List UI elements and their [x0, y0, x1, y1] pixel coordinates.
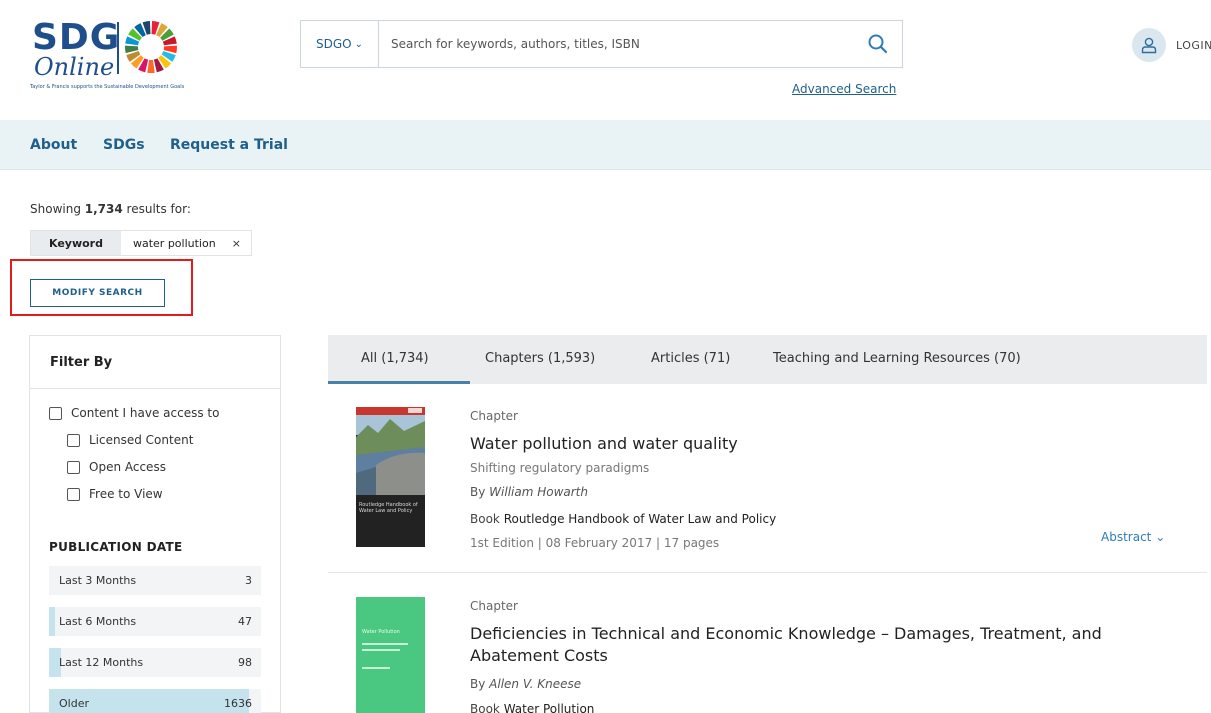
search-scope-label: SDGO: [316, 37, 352, 51]
search-input[interactable]: [391, 33, 851, 55]
sdg-online-logo[interactable]: SDG Online Taylor & Francis supports the…: [30, 18, 226, 92]
publication-date-title: PUBLICATION DATE: [49, 540, 183, 554]
cover-title: Routledge Handbook of Water Law and Poli…: [359, 502, 418, 514]
login-label: LOGIN: [1176, 38, 1211, 52]
book-title-link[interactable]: Routledge Handbook of Water Law and Poli…: [504, 512, 777, 526]
search-term-chip: Keyword water pollution ×: [30, 230, 252, 256]
result-card: Routledge Handbook of Water Law and Poli…: [328, 385, 1207, 572]
chip-value: water pollution: [132, 236, 216, 250]
tab-teaching-resources[interactable]: Teaching and Learning Resources (70): [773, 351, 1021, 366]
book-cover-image[interactable]: Routledge Handbook of Water Law and Poli…: [356, 407, 425, 547]
result-title[interactable]: Deficiencies in Technical and Economic K…: [470, 623, 1150, 667]
search-icon[interactable]: [866, 32, 890, 56]
remove-term-icon[interactable]: ×: [226, 231, 251, 255]
result-book: Book Water Pollution: [470, 702, 594, 713]
results-count-text: Showing 1,734 results for:: [30, 202, 191, 216]
date-range-last-6-months[interactable]: Last 6 Months 47: [49, 607, 261, 636]
result-title[interactable]: Water pollution and water quality: [470, 433, 738, 455]
chip-key: Keyword: [31, 231, 121, 255]
date-range-last-12-months[interactable]: Last 12 Months 98: [49, 648, 261, 677]
abstract-toggle[interactable]: Abstract ⌄: [1101, 530, 1165, 544]
result-meta: 1st Edition | 08 February 2017 | 17 page…: [470, 536, 720, 550]
result-type: Chapter: [470, 599, 518, 613]
checkbox[interactable]: [67, 460, 80, 474]
advanced-search-link[interactable]: Advanced Search: [792, 82, 896, 96]
wheel-segment: [147, 59, 155, 73]
results-count: 1,734: [84, 202, 123, 216]
date-range-last-3-months[interactable]: Last 3 Months 3: [49, 566, 261, 595]
sdg-wheel-icon: [125, 21, 177, 73]
date-range-older[interactable]: Older 1636: [49, 689, 261, 713]
filter-licensed-content[interactable]: Licensed Content: [67, 433, 193, 447]
chevron-down-icon: ⌄: [354, 38, 363, 50]
nav-request-trial[interactable]: Request a Trial: [170, 137, 288, 153]
cover-title: Water Pollution: [362, 629, 400, 635]
result-type-tabs: All (1,734) Chapters (1,593) Articles (7…: [328, 335, 1207, 384]
result-type: Chapter: [470, 409, 518, 423]
active-tab-indicator: [328, 381, 470, 384]
logo-tagline: Taylor & Francis supports the Sustainabl…: [30, 84, 185, 90]
result-author: By William Howarth: [470, 485, 588, 499]
result-subtitle: Shifting regulatory paradigms: [470, 461, 650, 475]
login-button[interactable]: LOGIN: [1132, 28, 1211, 62]
filter-free-to-view[interactable]: Free to View: [67, 487, 163, 501]
result-book: Book Routledge Handbook of Water Law and…: [470, 512, 777, 526]
search-scope-dropdown[interactable]: SDGO ⌄: [301, 21, 379, 67]
author-name[interactable]: William Howarth: [489, 485, 588, 499]
logo-sdg-text: SDG: [32, 17, 121, 58]
book-cover-image[interactable]: Water Pollution: [356, 597, 425, 713]
logo-divider: [117, 22, 119, 74]
nav-about[interactable]: About: [30, 137, 77, 153]
search-bar: SDGO ⌄: [300, 20, 903, 68]
filter-open-access[interactable]: Open Access: [67, 460, 166, 474]
user-icon: [1132, 28, 1166, 62]
tab-chapters[interactable]: Chapters (1,593): [485, 351, 595, 366]
filter-panel: Filter By Content I have access to Licen…: [29, 335, 281, 713]
main-nav: About SDGs Request a Trial: [0, 120, 1211, 170]
filter-title: Filter By: [30, 336, 280, 389]
checkbox[interactable]: [67, 433, 80, 447]
filter-access-content[interactable]: Content I have access to: [49, 406, 219, 420]
chevron-down-icon: ⌄: [1155, 530, 1166, 544]
site-header: SDG Online Taylor & Francis supports the…: [0, 0, 1211, 120]
checkbox[interactable]: [67, 487, 80, 501]
book-title-link[interactable]: Water Pollution: [504, 702, 595, 713]
result-author: By Allen V. Kneese: [470, 677, 582, 691]
tab-all[interactable]: All (1,734): [361, 351, 429, 366]
nav-sdgs[interactable]: SDGs: [103, 137, 145, 153]
tab-articles[interactable]: Articles (71): [651, 351, 730, 366]
modify-search-button[interactable]: MODIFY SEARCH: [30, 279, 165, 307]
date-share-bar: [49, 607, 55, 636]
author-name[interactable]: Allen V. Kneese: [489, 677, 581, 691]
logo-online-text: Online: [34, 53, 115, 81]
checkbox[interactable]: [49, 406, 62, 420]
result-card: Water Pollution Chapter Deficiencies in …: [328, 573, 1207, 713]
